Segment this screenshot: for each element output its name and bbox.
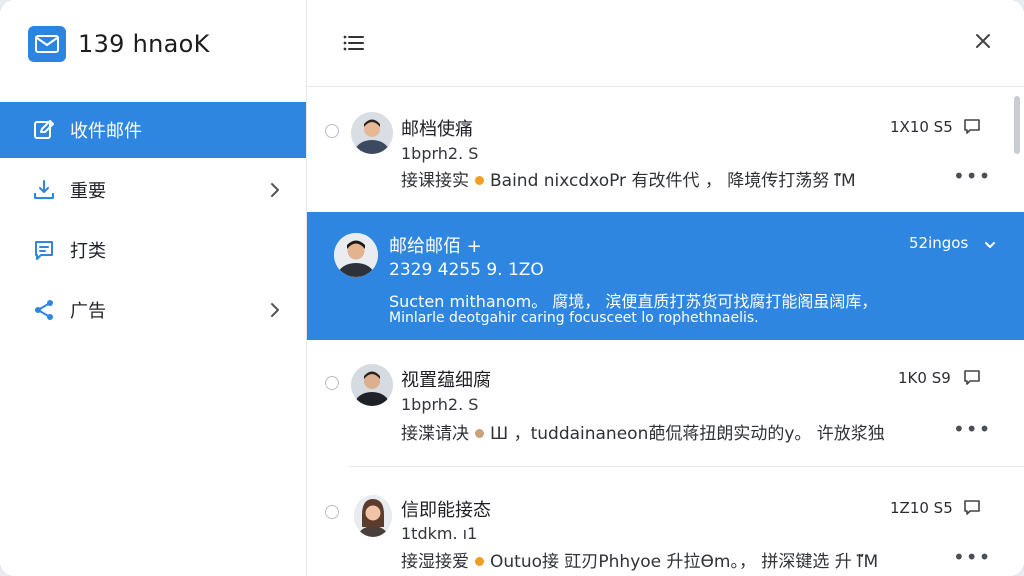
close-icon[interactable] [972, 30, 994, 52]
message-subtitle: 2329 4255 9. 1ZO [389, 260, 544, 280]
chevron-down-icon[interactable] [984, 239, 996, 251]
select-checkbox[interactable] [325, 376, 339, 390]
sender-name: 邮档使痛 [401, 119, 473, 140]
comment-icon[interactable] [963, 118, 981, 136]
comment-icon[interactable] [963, 499, 981, 517]
sender-name: 邮给邮佰 + [389, 236, 482, 257]
message-row-selected[interactable]: 邮给邮佰 + 52ingos 2329 4255 9. 1ZO Sucten m… [307, 212, 1024, 340]
chevron-right-icon [271, 183, 279, 197]
app-window: 139 hnaoK 收件邮件 重要 打类 广告 邮档使痛 1X10 S5 1bp… [0, 0, 1024, 576]
sidebar-item-label: 重要 [70, 181, 106, 202]
sidebar-item-ads[interactable]: 广告 [0, 282, 306, 338]
preview-label: 接课接实 [401, 171, 469, 191]
avatar [334, 233, 378, 277]
message-time: 1Z10 S5 [890, 499, 953, 517]
message-preview: 接课接实 Baind nixcdxoPr 有改件代 ， 降境传打荡努 ľ̈M [401, 166, 856, 191]
message-preview-line2: Minlarle deotgahir caring focusceet lo r… [389, 310, 759, 326]
sender-name: 信即能接态 [401, 500, 491, 521]
message-preview-line1: Sucten mithanom。 腐境， 滨便直质打苏货可找腐打能阁虽阔库， [389, 292, 878, 311]
message-time: 1X10 S5 [890, 118, 953, 136]
share-icon [32, 298, 56, 322]
message-time: 1K0 S9 [898, 369, 951, 387]
row-divider [349, 466, 1024, 467]
preview-text: Ш ，tuddainaneon葩侃蒋扭朗实动的y。 许放浆独 [490, 424, 885, 444]
preview-label: 接湿接爱 [401, 552, 469, 572]
toolbar [307, 0, 1024, 87]
select-checkbox[interactable] [325, 124, 339, 138]
status-dot [475, 556, 484, 566]
more-options-icon[interactable]: ••• [953, 545, 991, 569]
avatar [354, 495, 392, 537]
message-icon [32, 238, 56, 262]
message-preview: 接湿接爱 Outuo接 豇刃Phhyoe 升拉Ɵm。， 拼深键选 升 ľ̈M [401, 547, 878, 572]
scrollbar[interactable] [1014, 96, 1020, 154]
avatar [351, 112, 393, 154]
more-options-icon[interactable]: ••• [953, 417, 991, 441]
sidebar-item-label: 收件邮件 [70, 121, 142, 142]
status-dot [475, 428, 484, 438]
brand-name: 139 hnaoK [78, 30, 210, 58]
sidebar-item-inbox[interactable]: 收件邮件 [0, 102, 306, 158]
message-row[interactable]: 邮档使痛 1X10 S5 1bprh2. S 接课接实 Baind nixcdxo… [307, 88, 1024, 208]
select-checkbox[interactable] [325, 505, 339, 519]
sidebar-item-label: 打类 [70, 241, 106, 262]
preview-text: Baind nixcdxoPr 有改件代 ， 降境传打荡努 ľ̈M [490, 171, 856, 191]
mail-logo-icon [28, 26, 66, 62]
sidebar-item-categories[interactable]: 打类 [0, 222, 306, 278]
message-subtitle: 1bprh2. S [401, 395, 479, 414]
message-subtitle: 1tdkm. ı1 [401, 524, 478, 543]
message-preview: 接渫请决 Ш ，tuddainaneon葩侃蒋扭朗实动的y。 许放浆独 [401, 419, 885, 444]
message-row[interactable]: 信即能接态 1Z10 S5 1tdkm. ı1 接湿接爱 Outuo接 豇刃Phh… [307, 468, 1024, 576]
message-list: 邮档使痛 1X10 S5 1bprh2. S 接课接实 Baind nixcdxo… [307, 88, 1024, 576]
preview-label: 接渫请决 [401, 424, 469, 444]
more-options-icon[interactable]: ••• [953, 164, 991, 188]
chevron-right-icon [271, 303, 279, 317]
edit-icon [32, 118, 56, 142]
sidebar: 139 hnaoK 收件邮件 重要 打类 广告 [0, 0, 307, 576]
brand: 139 hnaoK [28, 26, 210, 62]
status-dot [475, 175, 484, 185]
sidebar-item-important[interactable]: 重要 [0, 162, 306, 218]
message-subtitle: 1bprh2. S [401, 144, 479, 163]
sender-name: 视置蕴细腐 [401, 370, 491, 391]
message-time: 52ingos [909, 234, 969, 252]
inbox-download-icon [32, 178, 56, 202]
sidebar-nav: 收件邮件 重要 打类 广告 [0, 102, 306, 342]
message-row[interactable]: 视置蕴细腐 1K0 S9 1bprh2. S 接渫请决 Ш ，tuddainane… [307, 342, 1024, 464]
preview-text: Outuo接 豇刃Phhyoe 升拉Ɵm。， 拼深键选 升 ľ̈M [490, 552, 879, 572]
comment-icon[interactable] [963, 369, 981, 387]
avatar [351, 364, 393, 406]
message-pane: 邮档使痛 1X10 S5 1bprh2. S 接课接实 Baind nixcdxo… [307, 0, 1024, 576]
sidebar-item-label: 广告 [70, 301, 106, 322]
menu-icon[interactable] [341, 30, 367, 56]
